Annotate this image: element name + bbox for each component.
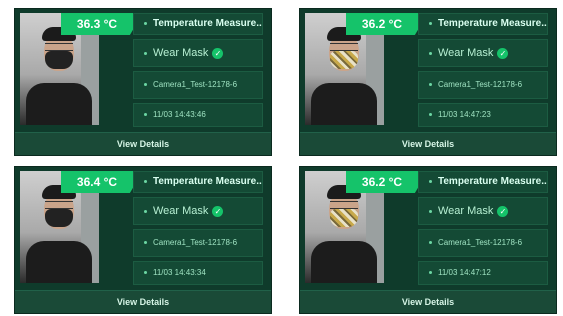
temperature-badge: 36.3 °C [61,13,143,35]
mask-image [330,51,358,69]
view-details-button[interactable]: View Details [300,132,556,155]
mask-image [45,51,73,69]
event-title: Temperature Measure... [133,13,263,35]
event-title: Temperature Measure... [418,13,548,35]
mask-image [330,209,358,227]
view-details-button[interactable]: View Details [300,290,556,313]
check-circle-icon: ✓ [212,47,224,59]
mask-status: Wear Mask ✓ [418,197,548,225]
mask-status: Wear Mask ✓ [418,39,548,67]
check-circle-icon: ✓ [497,47,509,59]
camera-name: Camera1_Test-12178-6 [133,71,263,99]
event-title: Temperature Measure... [418,171,548,193]
temperature-badge: 36.2 °C [346,171,428,193]
temperature-card-4: 36.2 °C Temperature Measure... Wear Mask… [299,166,557,314]
event-time: 11/03 14:43:46 [133,103,263,127]
camera-name: Camera1_Test-12178-6 [418,229,548,257]
mask-image [45,209,73,227]
temperature-badge: 36.4 °C [61,171,143,193]
mask-status: Wear Mask ✓ [133,197,263,225]
mask-status: Wear Mask ✓ [133,39,263,67]
temperature-badge: 36.2 °C [346,13,428,35]
event-time: 11/03 14:47:12 [418,261,548,285]
check-circle-icon: ✓ [497,205,509,217]
event-time: 11/03 14:43:34 [133,261,263,285]
temperature-card-1: 36.3 °C Temperature Measure... Wear Mask… [14,8,272,156]
camera-name: Camera1_Test-12178-6 [133,229,263,257]
temperature-card-2: 36.2 °C Temperature Measure... Wear Mask… [299,8,557,156]
event-title: Temperature Measure... [133,171,263,193]
temperature-card-3: 36.4 °C Temperature Measure... Wear Mask… [14,166,272,314]
view-details-button[interactable]: View Details [15,132,271,155]
view-details-button[interactable]: View Details [15,290,271,313]
camera-name: Camera1_Test-12178-6 [418,71,548,99]
event-time: 11/03 14:47:23 [418,103,548,127]
check-circle-icon: ✓ [212,205,224,217]
